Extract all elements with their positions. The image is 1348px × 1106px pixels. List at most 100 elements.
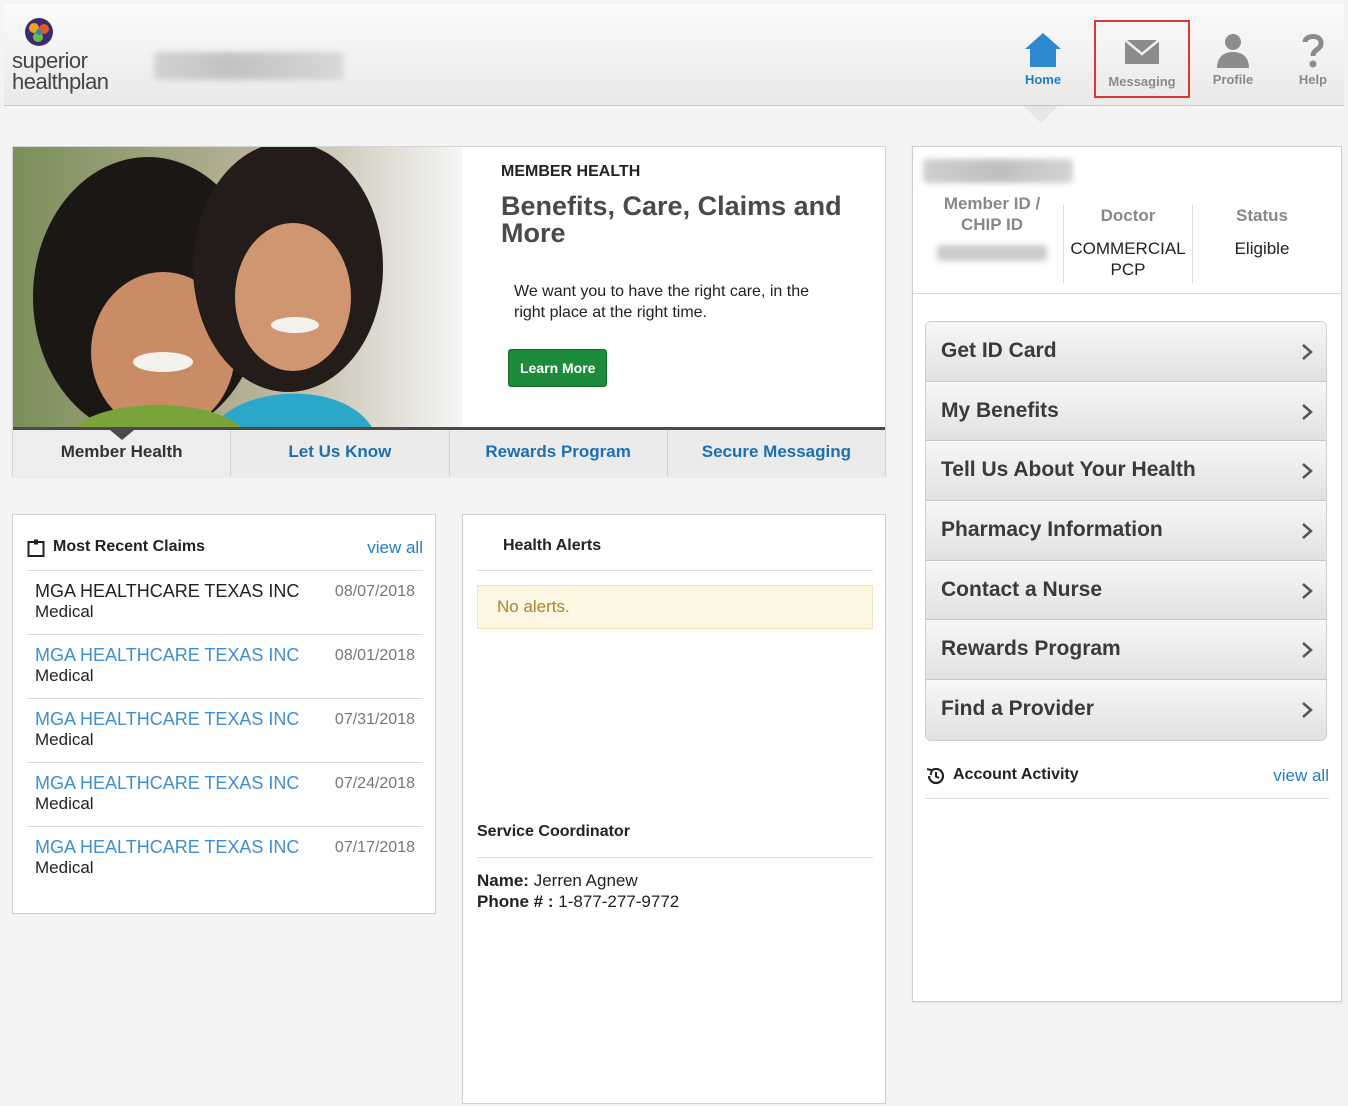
status-column: Status Eligible <box>1197 205 1327 259</box>
hero-kicker: MEMBER HEALTH <box>501 163 641 180</box>
coordinator-phone: Phone # : 1-877-277-9772 <box>477 892 679 912</box>
menu-contact-a-nurse[interactable]: Contact a Nurse <box>926 560 1326 621</box>
claim-type: Medical <box>35 602 94 621</box>
claim-row[interactable]: MGA HEALTHCARE TEXAS INC Medical 08/01/2… <box>27 635 423 699</box>
nav-messaging[interactable]: Messaging <box>1094 20 1190 98</box>
claim-provider: MGA HEALTHCARE TEXAS INC <box>35 581 300 601</box>
divider <box>913 293 1341 294</box>
chevron-right-icon <box>1302 642 1313 659</box>
menu-item-label: My Benefits <box>941 398 1059 422</box>
chevron-right-icon <box>1302 463 1313 480</box>
tab-rewards-program-label: Rewards Program <box>485 442 631 461</box>
claim-row[interactable]: MGA HEALTHCARE TEXAS INC Medical 07/31/2… <box>27 699 423 763</box>
claim-provider-link[interactable]: MGA HEALTHCARE TEXAS INC <box>35 773 299 794</box>
nav-profile-label: Profile <box>1212 72 1254 87</box>
menu-item-label: Pharmacy Information <box>941 518 1163 542</box>
nav-messaging-label: Messaging <box>1108 74 1176 89</box>
hero-tabs: Member Health Let Us Know Rewards Progra… <box>13 430 885 476</box>
logo-text-line2: healthplan <box>12 69 109 94</box>
coordinator-phone-value[interactable]: 1-877-277-9772 <box>558 892 679 911</box>
logo-emblem-icon <box>25 18 53 46</box>
logo-text-line1: superior <box>12 48 88 73</box>
chevron-right-icon <box>1302 403 1313 420</box>
activity-view-all-link[interactable]: view all <box>1273 766 1329 786</box>
claim-type: Medical <box>35 794 94 813</box>
person-icon <box>1217 34 1249 68</box>
mother-daughter-photo <box>13 147 463 429</box>
home-icon <box>1025 33 1061 67</box>
menu-item-label: Contact a Nurse <box>941 577 1103 601</box>
service-coordinator-title: Service Coordinator <box>477 823 630 840</box>
learn-more-button[interactable]: Learn More <box>508 349 608 387</box>
tab-member-health-label: Member Health <box>60 442 183 461</box>
chevron-right-icon <box>1302 523 1313 540</box>
claim-row[interactable]: MGA HEALTHCARE TEXAS INC Medical 07/24/2… <box>27 763 423 827</box>
superior-healthplan-logo[interactable]: superior healthplan <box>12 14 142 100</box>
claim-date: 08/01/2018 <box>334 647 415 664</box>
claim-row[interactable]: MGA HEALTHCARE TEXAS INC Medical 07/17/2… <box>27 827 423 891</box>
menu-get-id-card[interactable]: Get ID Card <box>926 322 1326 382</box>
tab-let-us-know-label: Let Us Know <box>288 442 392 461</box>
redacted-member-name <box>923 159 1073 183</box>
nav-home[interactable]: Home <box>1002 18 1084 102</box>
menu-rewards-program[interactable]: Rewards Program <box>926 620 1326 681</box>
member-panel: Member ID / CHIP ID Doctor COMMERCIAL PC… <box>912 146 1342 1002</box>
coordinator-name: Name: Jerren Agnew <box>477 871 638 891</box>
member-quick-links: Get ID Card My Benefits Tell Us About Yo… <box>925 321 1327 741</box>
member-health-hero: MEMBER HEALTH Benefits, Care, Claims and… <box>12 146 886 476</box>
menu-tell-us-about-your-health[interactable]: Tell Us About Your Health <box>926 441 1326 502</box>
calendar-icon <box>27 539 45 557</box>
menu-item-label: Rewards Program <box>941 637 1121 661</box>
coordinator-phone-label: Phone # : <box>477 892 554 911</box>
status-value: Eligible <box>1234 239 1290 258</box>
coordinator-name-label: Name: <box>477 871 529 890</box>
claim-date: 08/07/2018 <box>334 583 415 600</box>
active-tab-caret <box>110 430 134 440</box>
claims-view-all-link[interactable]: view all <box>367 538 423 558</box>
claim-row[interactable]: MGA HEALTHCARE TEXAS INC Medical 08/07/2… <box>27 571 423 635</box>
member-id-column: Member ID / CHIP ID <box>927 193 1057 261</box>
nav-help-label: Help <box>1298 72 1328 87</box>
health-alerts-card: Health Alerts No alerts. Service Coordin… <box>462 514 886 1104</box>
active-nav-pointer <box>1024 106 1058 123</box>
claim-date: 07/24/2018 <box>334 775 415 792</box>
account-activity-header: Account Activity view all <box>925 761 1329 799</box>
tab-secure-messaging[interactable]: Secure Messaging <box>668 430 885 476</box>
question-icon <box>1302 34 1324 68</box>
nav-home-label: Home <box>1024 72 1062 87</box>
menu-item-label: Tell Us About Your Health <box>941 458 1196 482</box>
history-icon <box>926 767 945 785</box>
menu-item-label: Find a Provider <box>941 697 1094 721</box>
claim-date: 07/17/2018 <box>334 839 415 856</box>
nav-profile[interactable]: Profile <box>1192 18 1274 102</box>
claim-provider-link[interactable]: MGA HEALTHCARE TEXAS INC <box>35 837 299 858</box>
claim-date: 07/31/2018 <box>334 711 415 728</box>
redacted-user-name <box>154 52 344 80</box>
no-alerts-message: No alerts. <box>477 585 873 629</box>
claim-type: Medical <box>35 666 94 685</box>
hero-description: We want you to have the right care, in t… <box>514 283 809 321</box>
tab-let-us-know[interactable]: Let Us Know <box>231 430 450 476</box>
chevron-right-icon <box>1302 702 1313 719</box>
envelope-icon <box>1124 39 1160 64</box>
nav-help[interactable]: Help <box>1272 18 1348 102</box>
chevron-right-icon <box>1302 582 1313 599</box>
account-activity-title: Account Activity <box>953 766 1079 783</box>
hero-title: Benefits, Care, Claims and More <box>501 191 842 248</box>
tab-member-health[interactable]: Member Health <box>13 430 232 476</box>
redacted-member-id <box>937 245 1047 261</box>
health-alerts-title: Health Alerts <box>503 537 602 554</box>
menu-pharmacy-information[interactable]: Pharmacy Information <box>926 501 1326 561</box>
doctor-header: Doctor <box>1100 206 1156 225</box>
status-header: Status <box>1236 206 1288 225</box>
member-id-header: Member ID / CHIP ID <box>943 194 1041 234</box>
recent-claims-header: Most Recent Claims view all <box>27 535 423 571</box>
chevron-right-icon <box>1302 344 1313 360</box>
claim-provider-link[interactable]: MGA HEALTHCARE TEXAS INC <box>35 709 299 730</box>
tab-rewards-program[interactable]: Rewards Program <box>450 430 668 476</box>
divider <box>477 570 873 571</box>
claim-type: Medical <box>35 730 94 749</box>
menu-find-a-provider[interactable]: Find a Provider <box>926 680 1326 740</box>
menu-my-benefits[interactable]: My Benefits <box>926 381 1326 442</box>
claim-provider-link[interactable]: MGA HEALTHCARE TEXAS INC <box>35 645 299 666</box>
